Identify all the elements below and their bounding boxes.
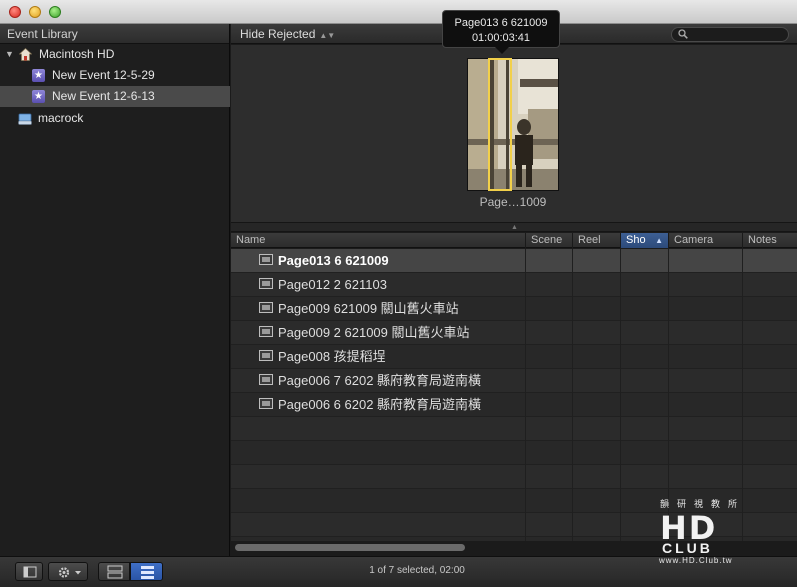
skimmer-selection[interactable]	[488, 58, 512, 191]
column-header-reel[interactable]: Reel	[573, 233, 621, 248]
sidebar-item-macrock[interactable]: macrock	[0, 108, 230, 129]
event-star-icon: ★	[32, 69, 45, 82]
skimmer-tooltip: Page013 6 621009 01:00:03:41	[442, 10, 560, 54]
horizontal-scrollbar[interactable]	[235, 544, 465, 551]
thumbnail-label: Page…1009	[479, 195, 547, 209]
list-view-icon	[141, 566, 154, 579]
clip-name: Page006 7 6202 縣府教育局遊南橫	[278, 373, 482, 388]
list-row[interactable]: Page013 6 621009	[231, 249, 797, 273]
watermark-url-text: www.HD.Club.tw	[659, 556, 733, 565]
column-header-name[interactable]: Name	[231, 233, 526, 248]
selection-status: 1 of 7 selected, 02:00	[369, 565, 465, 576]
list-view-button[interactable]	[130, 562, 163, 581]
empty-row	[231, 441, 797, 465]
still-image-icon	[259, 326, 273, 337]
list-row[interactable]: Page008 孩提稻埕	[231, 345, 797, 369]
sidebar-item-label: macrock	[38, 111, 84, 125]
list-header: Name Scene Reel Sho ▲ Camera Notes	[231, 233, 797, 248]
event-library-sidebar: Event Library ▼ Macintosh HD ★ New Event…	[0, 24, 230, 556]
event-star-icon: ★	[32, 90, 45, 103]
sidebar-item-label: Macintosh HD	[39, 47, 115, 61]
search-icon	[678, 29, 688, 39]
divider-grip-icon: ▲	[511, 224, 518, 231]
disclosure-triangle-icon[interactable]: ▼	[5, 44, 14, 65]
clip-name: Page012 2 621103	[278, 277, 387, 292]
sidebar-item-macintosh-hd[interactable]: ▼ Macintosh HD	[0, 44, 230, 65]
pane-divider[interactable]: ▲	[231, 222, 797, 232]
column-divider	[572, 249, 573, 541]
column-divider	[525, 249, 526, 541]
column-divider	[620, 249, 621, 541]
clip-name: Page013 6 621009	[278, 253, 389, 268]
action-menu-button[interactable]	[48, 562, 88, 581]
column-header-notes[interactable]: Notes	[743, 233, 797, 248]
updown-arrows-icon: ▲▼	[319, 31, 336, 40]
sort-ascending-icon: ▲	[655, 236, 663, 245]
sidebar-header: Event Library	[0, 24, 229, 44]
filmstrip-area: Page…1009	[231, 45, 797, 222]
still-image-icon	[259, 374, 273, 385]
list-row[interactable]: Page009 2 621009 關山舊火車站	[231, 321, 797, 345]
still-image-icon	[259, 350, 273, 361]
list-row[interactable]: Page012 2 621103	[231, 273, 797, 297]
filmstrip-view-button[interactable]	[98, 562, 130, 581]
sidebar-item-label: New Event 12-5-29	[52, 68, 155, 82]
empty-row	[231, 417, 797, 441]
column-header-shot[interactable]: Sho ▲	[621, 233, 669, 248]
title-bar	[0, 0, 797, 24]
tooltip-clip-name: Page013 6 621009	[454, 17, 548, 29]
sidebar-toggle-icon	[23, 566, 37, 578]
list-row[interactable]: Page006 6 6202 縣府教育局遊南橫	[231, 393, 797, 417]
sidebar-item-event-12-5-29[interactable]: ★ New Event 12-5-29	[0, 65, 230, 86]
photo-thumbnail-image	[468, 59, 558, 190]
list-row[interactable]: Page009 621009 關山舊火車站	[231, 297, 797, 321]
clip-filter-label: Hide Rejected	[240, 27, 316, 41]
close-window-button[interactable]	[9, 6, 21, 18]
minimize-window-button[interactable]	[29, 6, 41, 18]
clip-name: Page008 孩提稻埕	[278, 349, 386, 364]
sidebar-item-event-12-6-13[interactable]: ★ New Event 12-6-13	[0, 86, 230, 107]
column-header-scene[interactable]: Scene	[526, 233, 573, 248]
still-image-icon	[259, 254, 273, 265]
hd-club-watermark: 韻研視教所 HD CLUB www.HD.Club.tw	[656, 496, 756, 566]
still-image-icon	[259, 398, 273, 409]
sidebar-item-label: New Event 12-6-13	[52, 89, 155, 103]
clip-name: Page009 2 621009 關山舊火車站	[278, 325, 470, 340]
clip-thumbnail[interactable]	[467, 58, 559, 191]
filmstrip-view-icon	[107, 565, 123, 579]
watermark-club-text: CLUB	[662, 540, 713, 556]
clip-name: Page009 621009 關山舊火車站	[278, 301, 459, 316]
zoom-window-button[interactable]	[49, 6, 61, 18]
clip-name: Page006 6 6202 縣府教育局遊南橫	[278, 397, 482, 412]
still-image-icon	[259, 302, 273, 313]
column-header-camera[interactable]: Camera	[669, 233, 743, 248]
clip-filter-popup[interactable]: Hide Rejected ▲▼	[240, 26, 335, 42]
list-row[interactable]: Page006 7 6202 縣府教育局遊南橫	[231, 369, 797, 393]
empty-row	[231, 465, 797, 489]
home-drive-icon	[19, 48, 32, 61]
toggle-library-button[interactable]	[15, 562, 43, 581]
gear-icon	[58, 567, 81, 578]
still-image-icon	[259, 278, 273, 289]
tooltip-timecode: 01:00:03:41	[471, 32, 531, 44]
external-drive-icon	[18, 113, 32, 125]
search-field[interactable]	[671, 27, 789, 42]
